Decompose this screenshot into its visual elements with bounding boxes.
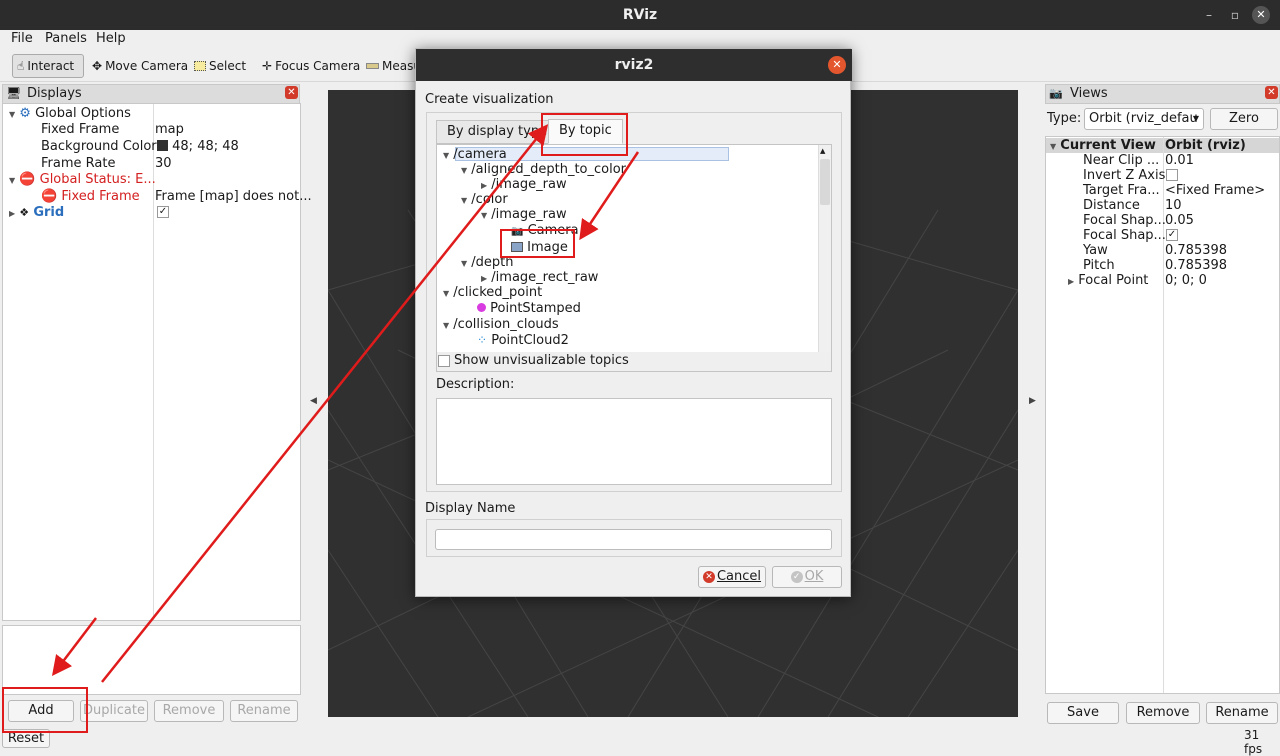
- annotation-arrows: [51, 124, 640, 683]
